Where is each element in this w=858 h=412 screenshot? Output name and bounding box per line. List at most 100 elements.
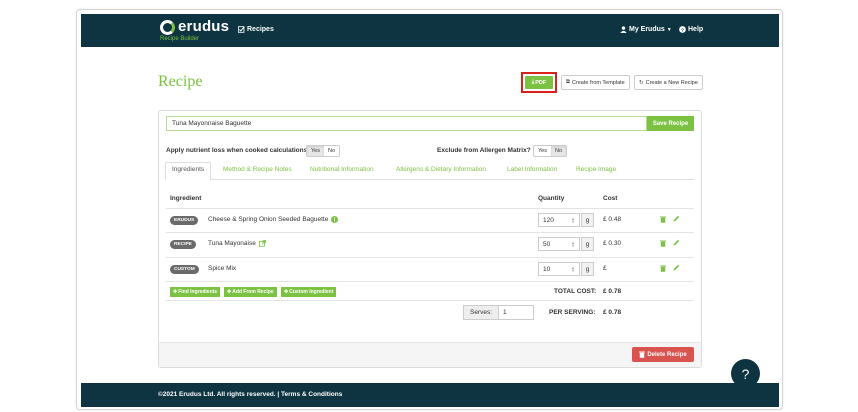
row-divider (166, 257, 694, 258)
tab-label-info[interactable]: Label Information (507, 166, 557, 173)
copy-icon: ⧉ (566, 79, 570, 85)
nutrient-loss-toggle[interactable]: Yes No (306, 145, 341, 157)
tab-nutritional[interactable]: Nutritional Information (310, 166, 374, 173)
nutrient-loss-no[interactable]: No (323, 146, 340, 156)
quantity-value: 120 (543, 216, 554, 224)
total-cost-label: TOTAL COST: (554, 288, 597, 295)
ingredient-name-text: Tuna Mayonaise (208, 240, 256, 247)
nutrient-loss-label: Apply nutrient loss when cooked calculat… (166, 147, 312, 154)
add-from-recipe-label: Add From Recipe (232, 289, 274, 295)
plus-icon: ✚ (227, 289, 232, 295)
save-recipe-button[interactable]: Save Recipe (647, 116, 694, 131)
create-from-template-button[interactable]: ⧉ Create from Template (561, 75, 630, 90)
unit-label: g (581, 213, 594, 227)
footer-text[interactable]: ©2021 Erudus Ltd. All rights reserved. |… (158, 391, 342, 398)
badge-custom: CUSTOM (170, 265, 199, 274)
trash-icon[interactable] (660, 216, 666, 223)
pencil-icon[interactable] (673, 264, 680, 271)
trash-icon[interactable] (660, 240, 666, 247)
checkbox-icon (238, 26, 245, 33)
ingredient-cost: £ 0.30 (603, 240, 622, 247)
pdf-button[interactable]: ⤓ PDF (525, 76, 553, 89)
tab-recipe-image[interactable]: Recipe Image (576, 166, 616, 173)
trash-icon (639, 351, 646, 358)
unit-label: g (581, 237, 594, 251)
per-serving-value: £ 0.78 (603, 309, 622, 316)
create-new-recipe-button[interactable]: ↻ Create a New Recipe (634, 75, 703, 90)
ingredient-name: Cheese & Spring Onion Seeded Baguette (208, 216, 339, 223)
serves-label: Serves: (464, 306, 500, 319)
stepper-icon[interactable]: ▲ ▼ (571, 241, 575, 248)
custom-ingredient-button[interactable]: ✚ Custom Ingredient (281, 287, 337, 297)
delete-recipe-label: Delete Recipe (647, 351, 687, 358)
tab-ingredients[interactable]: Ingredients (165, 162, 212, 180)
allergen-exclude-yes[interactable]: Yes (534, 146, 551, 156)
account-menu[interactable]: My Erudus ▼ (620, 26, 672, 33)
info-icon[interactable] (331, 216, 339, 223)
nav-recipes-link[interactable]: Recipes (238, 26, 274, 33)
account-label: My Erudus (629, 26, 665, 33)
help-link[interactable]: ? Help (679, 26, 703, 33)
help-label: Help (688, 26, 704, 33)
create-from-template-label: Create from Template (571, 79, 625, 86)
tab-method[interactable]: Method & Recipe Notes (223, 166, 292, 173)
external-link-icon[interactable] (258, 240, 266, 247)
tab-allergens[interactable]: Allergens & Dietary Information (396, 166, 486, 173)
serves-field[interactable]: Serves: 1 (463, 305, 535, 320)
logo-mark-icon (160, 20, 175, 35)
delete-recipe-button[interactable]: Delete Recipe (632, 347, 694, 362)
row-divider (166, 281, 694, 282)
logo-subtitle: Recipe Builder (160, 36, 200, 42)
quantity-value: 10 (543, 265, 551, 273)
caret-down-icon: ▼ (666, 26, 672, 33)
badge-erudus: ERUDUS (170, 216, 199, 225)
trash-icon[interactable] (660, 265, 666, 272)
row-divider (166, 300, 694, 301)
nutrient-loss-yes[interactable]: Yes (307, 146, 324, 156)
row-divider (166, 208, 694, 209)
ingredient-name-text: Spice Mix (208, 265, 237, 272)
user-icon (620, 26, 627, 33)
header-ingredient: Ingredient (170, 195, 202, 202)
ingredient-name: Spice Mix (208, 265, 236, 272)
header-quantity: Quantity (538, 195, 565, 202)
ingredient-name: Tuna Mayonaise (208, 240, 266, 247)
svg-text:?: ? (681, 27, 684, 33)
quantity-input[interactable]: 120 ▲ ▼ (538, 213, 580, 227)
pdf-highlight: ⤓ PDF (521, 72, 557, 93)
stepper-icon[interactable]: ▲ ▼ (571, 266, 575, 273)
stepper-icon[interactable]: ▲ ▼ (571, 217, 575, 224)
refresh-icon: ↻ (639, 79, 644, 86)
ingredient-cost: £ 0.48 (603, 216, 622, 223)
total-cost-value: £ 0.78 (603, 288, 622, 295)
plus-icon: ✚ (173, 289, 178, 295)
logo-text: erudus (178, 18, 230, 35)
per-serving-label: PER SERVING: (549, 309, 596, 316)
custom-ingredient-label: Custom Ingredient (289, 289, 334, 295)
allergen-exclude-toggle[interactable]: Yes No (533, 145, 568, 157)
header-cost: Cost (603, 195, 618, 202)
unit-label: g (581, 262, 594, 276)
pencil-icon[interactable] (673, 239, 680, 246)
recipe-name-input[interactable]: Tuna Mayonnaise Baguette (166, 116, 647, 131)
pdf-label: PDF (535, 79, 547, 86)
create-new-recipe-label: Create a New Recipe (645, 79, 698, 86)
tabs-divider (166, 179, 694, 180)
allergen-exclude-no[interactable]: No (550, 146, 567, 156)
nav-recipes-label: Recipes (247, 26, 274, 33)
serves-input[interactable]: 1 (499, 306, 534, 319)
quantity-input[interactable]: 10 ▲ ▼ (538, 262, 580, 276)
ingredient-cost: £ (603, 265, 607, 272)
panel-footer (159, 342, 701, 367)
download-icon: ⤓ (531, 79, 535, 85)
quantity-value: 50 (543, 240, 551, 248)
allergen-exclude-label: Exclude from Allergen Matrix? : (437, 147, 535, 154)
quantity-input[interactable]: 50 ▲ ▼ (538, 237, 580, 251)
find-ingredients-button[interactable]: ✚ Find Ingredients (170, 287, 221, 297)
pencil-icon[interactable] (673, 215, 680, 222)
page-title: Recipe (158, 73, 203, 90)
badge-recipe: RECIPE (170, 240, 196, 249)
question-circle-icon: ? (679, 26, 686, 33)
add-from-recipe-button[interactable]: ✚ Add From Recipe (224, 287, 277, 297)
find-ingredients-label: Find Ingredients (178, 289, 218, 295)
